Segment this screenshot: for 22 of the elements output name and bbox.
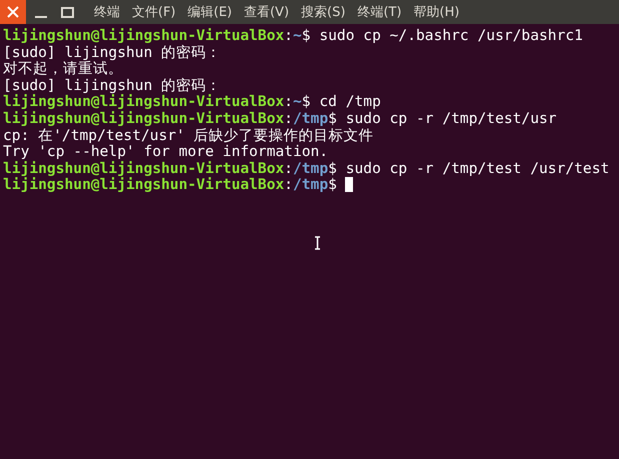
text-cursor-icon [314, 236, 321, 250]
menu-item[interactable]: 帮助(H) [408, 0, 466, 24]
prompt-line: lijingshun@lijingshun-VirtualBox:/tmp$ [3, 177, 619, 194]
output-line: cp: 在'/tmp/test/usr' 后缺少了要操作的目标文件 [3, 128, 375, 144]
menu-item[interactable]: 查看(V) [238, 0, 296, 24]
close-button[interactable] [0, 0, 26, 24]
menu-item[interactable]: 终端 [88, 0, 126, 24]
output-line: Try 'cp --help' for more information. [3, 144, 330, 161]
prompt-line: lijingshun@lijingshun-VirtualBox:/tmp$ sudo cp -r /tmp/test/usr [3, 110, 558, 128]
output-line: [sudo] lijingshun 的密码： [3, 78, 222, 94]
menu-item[interactable]: 搜索(S) [295, 0, 352, 24]
maximize-icon [60, 6, 74, 18]
prompt-line: lijingshun@lijingshun-VirtualBox:~$ sudo cp ~/.bashrc /usr/bashrc1 [3, 28, 584, 44]
menu-item[interactable]: 编辑(E) [182, 0, 238, 24]
menu-item[interactable]: 终端(T) [351, 0, 408, 24]
output-line: [sudo] lijingshun 的密码： [3, 44, 222, 61]
minimize-icon [35, 16, 47, 18]
prompt-line: lijingshun@lijingshun-VirtualBox:/tmp$ sudo cp -r /tmp/test /usr/test [3, 160, 610, 177]
close-icon [7, 6, 19, 18]
output-line: 对不起，请重试。 [3, 61, 123, 78]
menu-item[interactable]: 文件(F) [126, 0, 182, 24]
prompt-line: lijingshun@lijingshun-VirtualBox:~$ cd /tmp [3, 94, 382, 111]
